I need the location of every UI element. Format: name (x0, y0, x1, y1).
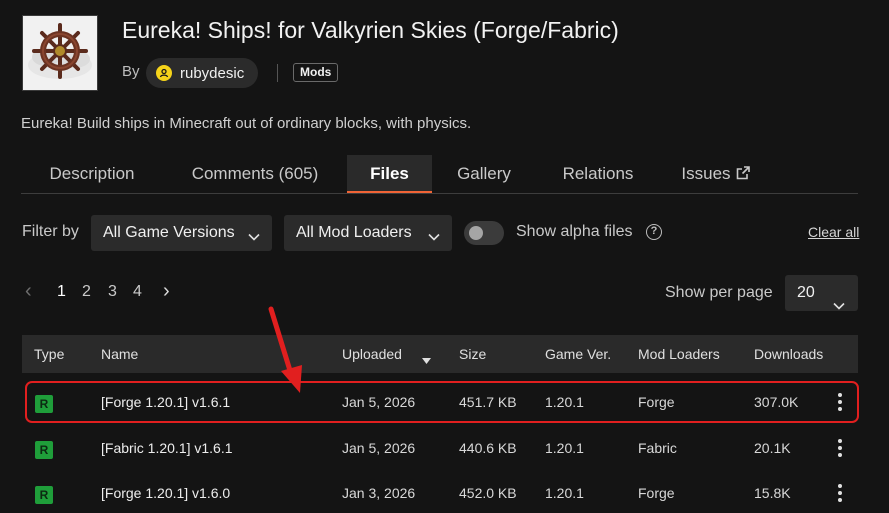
page-1[interactable]: 1 (57, 283, 66, 301)
tab-label: Gallery (457, 164, 511, 183)
tab-gallery[interactable]: Gallery (445, 155, 523, 193)
by-label: By (122, 63, 140, 80)
file-game-ver: 1.20.1 (545, 440, 584, 456)
show-alpha-label: Show alpha files (516, 223, 633, 240)
filter-by-label: Filter by (22, 223, 79, 240)
prev-page-button[interactable]: ‹ (25, 280, 32, 303)
author-chip[interactable]: rubydesic (146, 58, 259, 88)
col-uploaded[interactable]: Uploaded (342, 346, 402, 362)
kebab-menu-icon[interactable] (838, 484, 842, 505)
kebab-menu-icon[interactable] (838, 439, 842, 460)
file-downloads: 15.8K (754, 485, 791, 501)
file-game-ver: 1.20.1 (545, 485, 584, 501)
release-badge: R (35, 441, 53, 459)
file-loader: Forge (638, 485, 675, 501)
col-type: Type (34, 346, 65, 362)
file-size: 440.6 KB (459, 440, 517, 456)
col-size[interactable]: Size (459, 346, 486, 362)
game-versions-select[interactable]: All Game Versions (91, 215, 272, 251)
next-page-button[interactable]: › (163, 280, 170, 303)
tab-label: Issues (681, 164, 731, 183)
release-badge: R (35, 486, 53, 504)
file-name[interactable]: [Forge 1.20.1] v1.6.0 (101, 485, 230, 501)
tab-label: Files (370, 164, 409, 183)
tab-relations[interactable]: Relations (548, 155, 648, 193)
chevron-down-icon (833, 288, 845, 324)
files-table-header: Type Name Uploaded Size Game Ver. Mod Lo… (22, 335, 858, 373)
col-downloads[interactable]: Downloads (754, 346, 823, 362)
file-downloads: 20.1K (754, 440, 791, 456)
user-icon (156, 65, 172, 81)
file-name[interactable]: [Fabric 1.20.1] v1.6.1 (101, 440, 233, 456)
author-name: rubydesic (180, 64, 245, 82)
file-size: 452.0 KB (459, 485, 517, 501)
page-4[interactable]: 4 (133, 283, 142, 301)
tab-label: Relations (562, 164, 634, 183)
highlight-box (25, 381, 859, 423)
ship-wheel-logo (28, 23, 92, 79)
project-tabs: Description Comments (605) Files Gallery… (21, 155, 858, 194)
tab-label: Description (49, 164, 135, 183)
chevron-down-icon (248, 228, 260, 246)
project-logo (22, 15, 98, 91)
col-game-ver[interactable]: Game Ver. (545, 346, 611, 362)
tab-comments[interactable]: Comments (605) (176, 155, 334, 193)
file-uploaded: Jan 3, 2026 (342, 485, 416, 501)
project-title: Eureka! Ships! for Valkyrien Skies (Forg… (122, 17, 619, 43)
mod-loaders-value: All Mod Loaders (296, 224, 412, 241)
clear-all-link[interactable]: Clear all (808, 224, 859, 240)
toggle-knob (469, 226, 483, 240)
category-badge[interactable]: Mods (293, 63, 339, 82)
mod-loaders-select[interactable]: All Mod Loaders (284, 215, 452, 251)
per-page-value: 20 (797, 284, 815, 301)
sort-down-icon[interactable] (422, 351, 431, 369)
tab-issues[interactable]: Issues (671, 155, 761, 193)
page-2[interactable]: 2 (82, 283, 91, 301)
show-alpha-toggle[interactable] (464, 221, 504, 245)
table-row[interactable]: R [Fabric 1.20.1] v1.6.1 Jan 5, 2026 440… (22, 426, 858, 471)
annotation-arrow (268, 306, 302, 393)
col-name[interactable]: Name (101, 346, 138, 362)
per-page-label: Show per page (665, 284, 773, 301)
table-row[interactable]: R [Forge 1.20.1] v1.6.0 Jan 3, 2026 452.… (22, 471, 858, 513)
tab-files[interactable]: Files (347, 155, 432, 193)
tab-description[interactable]: Description (21, 155, 163, 193)
tab-label: Comments (605) (191, 164, 319, 183)
file-loader: Fabric (638, 440, 677, 456)
file-uploaded: Jan 5, 2026 (342, 440, 416, 456)
project-summary: Eureka! Build ships in Minecraft out of … (21, 115, 472, 132)
external-link-icon (735, 157, 751, 195)
game-versions-value: All Game Versions (103, 224, 235, 241)
col-mod-loaders[interactable]: Mod Loaders (638, 346, 720, 362)
chevron-down-icon (428, 228, 440, 246)
question-circle-icon[interactable]: ? (646, 224, 662, 240)
per-page-select[interactable]: 20 (785, 275, 858, 311)
page-3[interactable]: 3 (108, 283, 117, 301)
header-divider (277, 64, 278, 82)
